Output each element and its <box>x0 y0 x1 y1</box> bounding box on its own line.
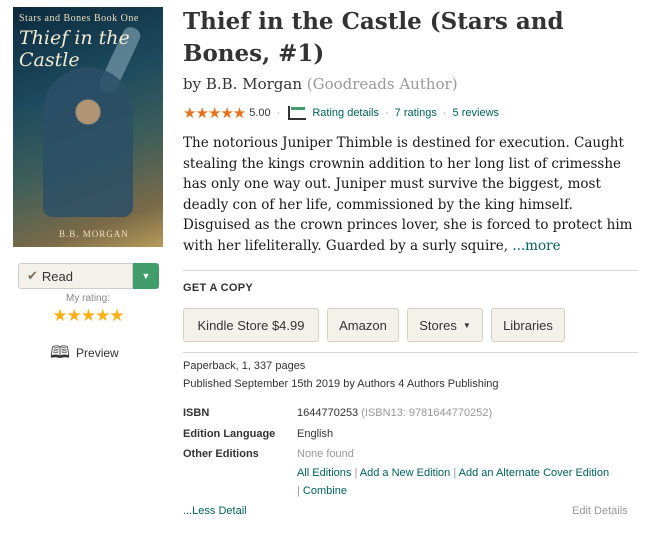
other-editions-label: Other Editions <box>183 448 259 460</box>
ratings-count-link[interactable]: 7 ratings <box>395 107 437 119</box>
separator-dot: · <box>385 107 389 119</box>
publication-info: Published September 15th 2019 by Authors… <box>183 378 499 390</box>
edition-language-value: English <box>297 428 334 440</box>
my-rating-stars[interactable]: ★★★★★ <box>18 306 158 326</box>
reviews-count-link[interactable]: 5 reviews <box>453 107 499 119</box>
caret-down-icon: ▼ <box>141 271 151 281</box>
combine-link[interactable]: Combine <box>303 485 347 497</box>
link-separator: | <box>453 467 457 479</box>
rating-details-link[interactable]: Rating details <box>312 107 379 119</box>
read-status-button[interactable]: ✔ Read <box>18 263 133 289</box>
more-link[interactable]: ...more <box>512 238 560 254</box>
add-cover-edition-link[interactable]: Add an Alternate Cover Edition <box>459 467 609 479</box>
book-cover[interactable]: Stars and Bones Book One Thief in the Ca… <box>13 7 163 247</box>
edition-links: All Editions | Add a New Edition | Add a… <box>297 464 642 500</box>
less-detail-link[interactable]: ...Less Detail <box>183 505 247 517</box>
preview-link[interactable]: 🕮 Preview <box>50 344 119 361</box>
kindle-store-label: Kindle Store $4.99 <box>197 317 305 333</box>
get-a-copy-heading: GET A COPY <box>183 282 254 294</box>
isbn10: 1644770253 <box>297 407 359 419</box>
isbn-label: ISBN <box>183 407 210 419</box>
author-link[interactable]: B.B. Morgan <box>206 75 302 93</box>
description-text: The notorious Juniper Thimble is destine… <box>183 135 633 254</box>
format-info: Paperback, 1, 337 pages <box>183 360 306 372</box>
preview-label: Preview <box>76 345 119 360</box>
average-rating-value: 5.00 <box>249 107 271 119</box>
book-title: Thief in the Castle (Stars and Bones, #1… <box>183 8 564 67</box>
amazon-button[interactable]: Amazon <box>327 308 399 342</box>
link-separator: | <box>297 485 300 497</box>
book-description: The notorious Juniper Thimble is destine… <box>183 133 638 256</box>
checkmark-icon: ✔ <box>27 268 38 283</box>
all-editions-link[interactable]: All Editions <box>297 467 351 479</box>
average-rating-stars: ★★★★★ <box>183 105 246 122</box>
divider <box>183 352 638 353</box>
cover-series-text: Stars and Bones Book One <box>19 13 139 24</box>
open-book-icon: 🕮 <box>50 343 71 362</box>
goodreads-author-badge: (Goodreads Author) <box>306 75 458 93</box>
shelf-dropdown-button[interactable]: ▼ <box>133 263 159 289</box>
caret-down-icon: ▼ <box>462 320 471 330</box>
kindle-store-button[interactable]: Kindle Store $4.99 <box>183 308 319 342</box>
cover-author-text: B.B. MORGAN <box>59 229 129 239</box>
rating-row: ★★★★★ 5.00 · Rating details · 7 ratings … <box>183 104 499 122</box>
byline: by B.B. Morgan (Goodreads Author) <box>183 75 458 93</box>
isbn-value: 1644770253 (ISBN13: 9781644770252) <box>297 407 492 419</box>
add-edition-link[interactable]: Add a New Edition <box>360 467 451 479</box>
stores-label: Stores <box>419 317 457 333</box>
amazon-label: Amazon <box>339 317 387 333</box>
libraries-label: Libraries <box>503 317 553 333</box>
other-editions-value: None found <box>297 448 354 460</box>
isbn13: (ISBN13: 9781644770252) <box>361 407 493 419</box>
my-rating-label: My rating: <box>66 293 110 304</box>
cover-art-figure <box>43 67 133 217</box>
stores-dropdown-button[interactable]: Stores ▼ <box>407 308 483 342</box>
separator-dot: · <box>442 107 447 119</box>
edition-language-label: Edition Language <box>183 428 276 440</box>
separator-dot: · <box>276 107 281 119</box>
edit-details-link[interactable]: Edit Details <box>572 505 628 517</box>
bar-chart-icon <box>288 106 307 120</box>
cover-title-text: Thief in the Castle <box>19 27 130 71</box>
divider <box>183 270 638 271</box>
read-status-label: Read <box>41 268 73 284</box>
link-separator: | <box>354 467 358 479</box>
by-text: by <box>183 75 202 93</box>
libraries-button[interactable]: Libraries <box>491 308 565 342</box>
